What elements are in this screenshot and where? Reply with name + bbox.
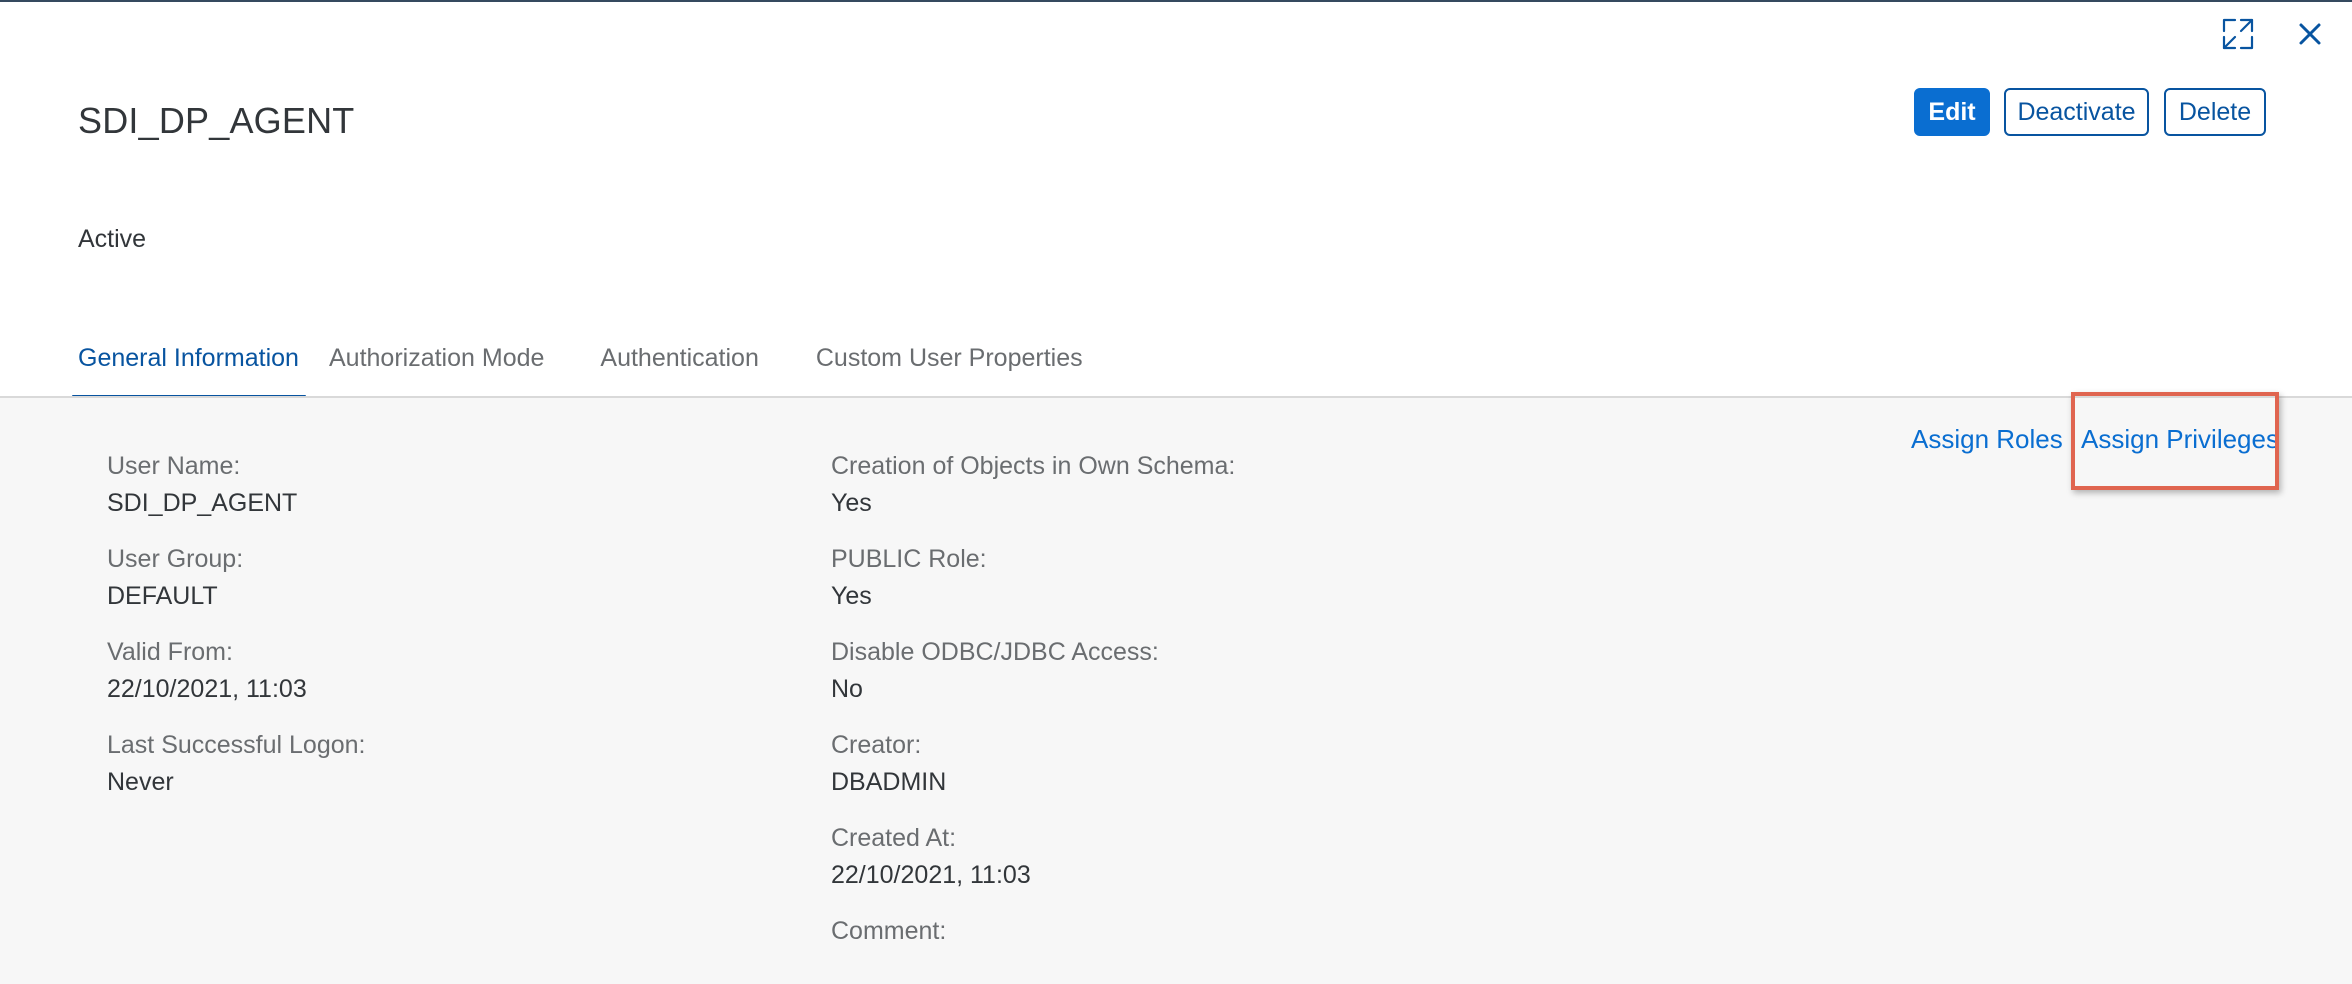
tab-bar: General Information Authorization Mode A… xyxy=(72,338,1089,400)
deactivate-button[interactable]: Deactivate xyxy=(2004,88,2149,136)
field-value: Yes xyxy=(831,489,872,517)
field-creation-of-objects: Creation of Objects in Own Schema: Yes xyxy=(831,452,1235,518)
field-value: No xyxy=(831,675,863,703)
field-label: Comment: xyxy=(831,917,947,945)
edit-button[interactable]: Edit xyxy=(1914,88,1990,136)
object-page-header: SDI_DP_AGENT Active Edit Deactivate Dele… xyxy=(0,2,2352,400)
tab-custom-user-properties[interactable]: Custom User Properties xyxy=(810,338,1089,400)
field-value: Yes xyxy=(831,582,872,610)
tab-label: Authorization Mode xyxy=(329,344,545,372)
field-value: 22/10/2021, 11:03 xyxy=(831,861,1031,889)
tab-label: Custom User Properties xyxy=(815,344,1083,372)
field-value: 22/10/2021, 11:03 xyxy=(107,675,307,703)
assign-privileges-link[interactable]: Assign Privileges xyxy=(2081,424,2279,455)
assign-roles-link[interactable]: Assign Roles xyxy=(1911,424,2063,455)
close-icon xyxy=(2299,23,2321,45)
field-label: Created At: xyxy=(831,824,957,852)
tab-authentication[interactable]: Authentication xyxy=(594,338,764,400)
field-label: Creator: xyxy=(831,731,922,759)
field-valid-from: Valid From: 22/10/2021, 11:03 xyxy=(107,638,307,704)
status-text: Active xyxy=(78,225,147,253)
field-disable-odbc-jdbc: Disable ODBC/JDBC Access: No xyxy=(831,638,1159,704)
tab-label: Authentication xyxy=(600,344,759,372)
tab-label: General Information xyxy=(78,344,299,372)
delete-button[interactable]: Delete xyxy=(2164,88,2266,136)
field-comment: Comment: xyxy=(831,917,946,954)
tab-authorization-mode[interactable]: Authorization Mode xyxy=(323,338,550,400)
field-value: DEFAULT xyxy=(107,582,218,610)
field-user-name: User Name: SDI_DP_AGENT xyxy=(107,452,297,518)
field-label: Creation of Objects in Own Schema: xyxy=(831,452,1236,480)
field-label: PUBLIC Role: xyxy=(831,545,987,573)
field-last-successful-logon: Last Successful Logon: Never xyxy=(107,731,366,797)
general-information-section: Assign Roles Assign Privileges User Name… xyxy=(0,392,2352,984)
field-created-at: Created At: 22/10/2021, 11:03 xyxy=(831,824,1031,890)
field-value: Never xyxy=(107,768,174,796)
close-button[interactable] xyxy=(2288,14,2332,54)
page-title: SDI_DP_AGENT xyxy=(78,100,355,141)
field-label: User Group: xyxy=(107,545,244,573)
field-label: Valid From: xyxy=(107,638,233,666)
field-value: DBADMIN xyxy=(831,768,947,796)
tab-general-information[interactable]: General Information xyxy=(72,338,306,400)
field-user-group: User Group: DEFAULT xyxy=(107,545,243,611)
field-label: Last Successful Logon: xyxy=(107,731,366,759)
field-public-role: PUBLIC Role: Yes xyxy=(831,545,987,611)
field-label: Disable ODBC/JDBC Access: xyxy=(831,638,1159,666)
field-label: User Name: xyxy=(107,452,241,480)
field-value: SDI_DP_AGENT xyxy=(107,489,298,517)
fullscreen-exit-icon xyxy=(2222,18,2254,50)
fullscreen-exit-button[interactable] xyxy=(2216,14,2260,54)
field-creator: Creator: DBADMIN xyxy=(831,731,946,797)
